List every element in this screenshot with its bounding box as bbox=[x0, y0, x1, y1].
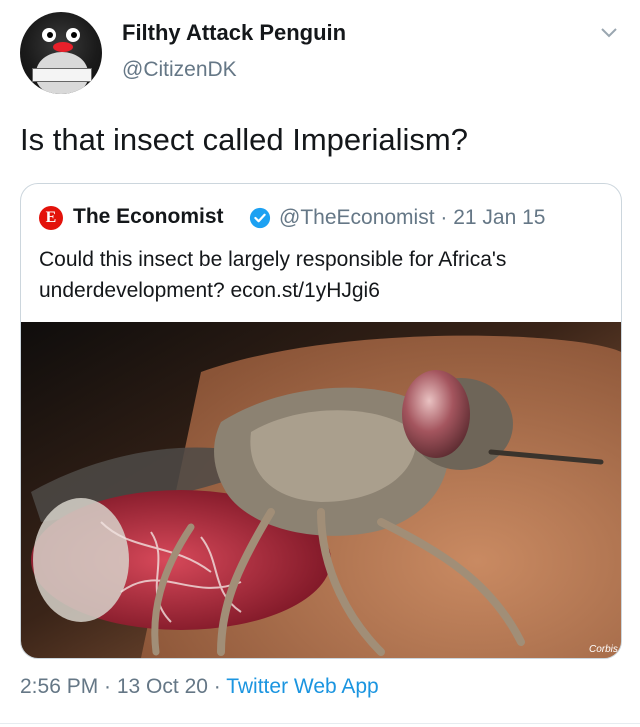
chevron-down-icon[interactable] bbox=[600, 26, 618, 40]
penguin-beak bbox=[53, 42, 73, 52]
time-date[interactable]: 2:56 PM · 13 Oct 20 · bbox=[20, 675, 226, 698]
tsetse-fly-photo[interactable]: Corbis bbox=[21, 322, 621, 658]
penguin-eye-right bbox=[66, 28, 80, 42]
tweet-timestamp[interactable]: 2:56 PM · 13 Oct 20 · Twitter Web App bbox=[20, 675, 379, 699]
verified-badge-icon bbox=[249, 207, 271, 229]
tweet-text: Is that insect called Imperialism? bbox=[20, 122, 468, 157]
quoted-handle-date: @TheEconomist · 21 Jan 15 bbox=[279, 206, 546, 229]
author-name[interactable]: Filthy Attack Penguin bbox=[122, 20, 346, 46]
divider bbox=[0, 723, 640, 724]
economist-logo: E bbox=[39, 206, 63, 230]
quoted-tweet-card[interactable]: E The Economist @TheEconomist · 21 Jan 1… bbox=[20, 183, 622, 659]
quoted-tweet-text: Could this insect be largely responsible… bbox=[39, 248, 507, 302]
penguin-eye-left bbox=[42, 28, 56, 42]
penguin-sign bbox=[32, 68, 92, 82]
avatar[interactable] bbox=[20, 12, 102, 94]
quoted-author-name: The Economist bbox=[73, 205, 224, 228]
author-handle[interactable]: @CitizenDK bbox=[122, 58, 237, 82]
photo-watermark: Corbis bbox=[589, 644, 618, 655]
source-app-link[interactable]: Twitter Web App bbox=[226, 675, 379, 698]
